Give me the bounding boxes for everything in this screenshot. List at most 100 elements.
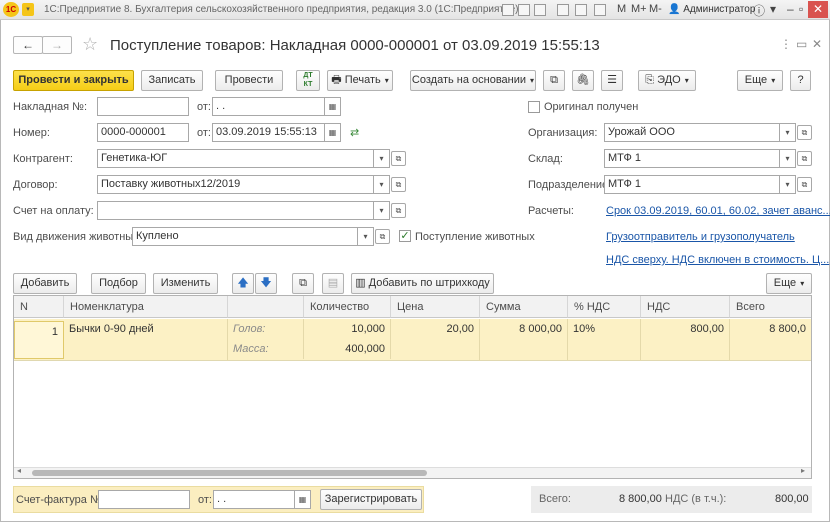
col-header-quantity[interactable]: Количество (304, 296, 391, 318)
col-header-total[interactable]: Всего (730, 296, 811, 318)
change-button[interactable]: Изменить (153, 273, 218, 294)
number-field[interactable]: 0000-000001 (97, 123, 189, 142)
close-form-icon[interactable]: ✕ (812, 37, 822, 51)
add-row-button[interactable]: Добавить (13, 273, 77, 294)
paste-row-icon[interactable]: ▤ (322, 273, 344, 294)
main-menu-chevron-icon[interactable]: ▾ (22, 3, 34, 16)
warehouse-field[interactable]: МТФ 1 (604, 149, 780, 168)
horizontal-scrollbar[interactable]: ◂ ▸ (14, 466, 811, 478)
chevron-down-icon[interactable]: ▾ (374, 201, 390, 220)
close-window-icon[interactable]: ✕ (808, 1, 828, 18)
contract-field[interactable]: Поставку животных12/2019 (97, 175, 374, 194)
open-icon[interactable]: ⧉ (391, 151, 406, 166)
movement-field[interactable]: Куплено (132, 227, 358, 246)
move-down-icon[interactable]: 🡇 (255, 273, 277, 294)
col-header-vat[interactable]: НДС (641, 296, 730, 318)
invoice-number-field[interactable] (97, 97, 189, 116)
row-mass-value[interactable]: 400,000 (304, 339, 391, 359)
favorite-star-icon[interactable]: ☆ (82, 34, 98, 55)
settlements-link[interactable]: Срок 03.09.2019, 60.01, 60.02, зачет ава… (606, 205, 830, 217)
table-row[interactable]: 1 Бычки 0-90 дней Голов: Масса: 10,000 4… (14, 319, 811, 361)
open-icon[interactable]: ⧉ (797, 125, 812, 140)
chevron-down-icon[interactable]: ▾ (780, 175, 796, 194)
chevron-down-icon[interactable]: ▾ (374, 175, 390, 194)
settings-chevron-icon[interactable]: ▾ (770, 2, 776, 16)
print-button[interactable]: 🖶 Печать ▾ (327, 70, 393, 91)
invoice-footer-date-field[interactable]: . . (213, 490, 295, 509)
counterparty-field[interactable]: Генетика-ЮГ (97, 149, 374, 168)
row-sum[interactable]: 8 000,00 (480, 319, 568, 361)
info-icon[interactable]: ⓘ (753, 2, 765, 19)
invoice-date-field[interactable]: . . (212, 97, 325, 116)
attachment-icon[interactable]: 🖇 (572, 70, 594, 91)
move-up-icon[interactable]: 🡅 (232, 273, 254, 294)
row-total[interactable]: 8 800,0 (730, 319, 811, 361)
memory-button[interactable]: M (617, 3, 626, 15)
row-vat[interactable]: 800,00 (641, 319, 730, 361)
more-options-icon[interactable]: ⋮ (780, 37, 792, 51)
restore-icon[interactable]: ▭ (796, 37, 807, 51)
table-icon[interactable] (557, 4, 569, 16)
col-header-price[interactable]: Цена (391, 296, 480, 318)
add-by-barcode-button[interactable]: ▥ Добавить по штрихкоду (351, 273, 494, 294)
chevron-down-icon[interactable]: ▾ (358, 227, 374, 246)
row-price[interactable]: 20,00 (391, 319, 480, 361)
help-button[interactable]: ? (790, 70, 811, 91)
more-button[interactable]: Еще ▾ (737, 70, 783, 91)
edo-button[interactable]: ⎘ ЭДО ▾ (638, 70, 696, 91)
row-heads-value[interactable]: 10,000 (304, 319, 391, 339)
calendar-icon[interactable]: ▦ (325, 97, 341, 116)
col-header-item[interactable]: Номенклатура (64, 296, 228, 318)
animal-receipt-checkbox[interactable]: ✓ (399, 230, 411, 242)
vat-link[interactable]: НДС сверху. НДС включен в стоимость. Ц..… (606, 254, 829, 266)
open-icon[interactable]: ⧉ (391, 203, 406, 218)
dtkt-icon[interactable]: ДТ КТ (296, 70, 320, 91)
minimize-icon[interactable]: – (787, 2, 794, 16)
open-icon[interactable]: ⧉ (797, 177, 812, 192)
post-and-close-button[interactable]: Провести и закрыть (13, 70, 134, 91)
save-button[interactable]: Записать (141, 70, 203, 91)
chevron-down-icon[interactable]: ▾ (374, 149, 390, 168)
print-icon[interactable] (518, 4, 530, 16)
mail-icon[interactable] (534, 4, 546, 16)
back-button[interactable]: ← (13, 36, 43, 54)
calendar-icon[interactable] (575, 4, 587, 16)
scroll-left-icon[interactable]: ◂ (17, 466, 21, 475)
goods-table[interactable]: N Номенклатура Количество Цена Сумма % Н… (13, 295, 812, 479)
copy-row-icon[interactable]: ⧉ (292, 273, 314, 294)
division-field[interactable]: МТФ 1 (604, 175, 780, 194)
open-icon[interactable]: ⧉ (375, 229, 390, 244)
save-icon[interactable] (502, 4, 514, 16)
create-based-on-button[interactable]: Создать на основании ▾ (410, 70, 536, 91)
row-vat-rate[interactable]: 10% (568, 319, 641, 361)
memory-plus-button[interactable]: M+ (631, 3, 647, 15)
current-user[interactable]: 👤 Администратор (668, 4, 755, 15)
structure-icon[interactable]: ⧉ (543, 70, 565, 91)
calendar-icon[interactable]: ▦ (295, 490, 311, 509)
forward-button[interactable]: → (42, 36, 72, 54)
report-icon[interactable]: ☰ (601, 70, 623, 91)
scroll-right-icon[interactable]: ▸ (801, 466, 805, 475)
memory-minus-button[interactable]: M- (649, 3, 662, 15)
payment-field[interactable] (97, 201, 374, 220)
register-button[interactable]: Зарегистрировать (320, 489, 422, 510)
invoice-footer-field[interactable] (98, 490, 190, 509)
shipper-link[interactable]: Грузоотправитель и грузополучатель (606, 231, 795, 243)
open-icon[interactable]: ⧉ (391, 177, 406, 192)
calculator-icon[interactable] (594, 4, 606, 16)
app-logo-icon[interactable]: 1С (3, 2, 19, 17)
col-header-sum[interactable]: Сумма (480, 296, 568, 318)
maximize-icon[interactable]: ▫ (799, 2, 803, 16)
chevron-down-icon[interactable]: ▾ (780, 149, 796, 168)
open-icon[interactable]: ⧉ (797, 151, 812, 166)
calendar-icon[interactable]: ▦ (325, 123, 341, 142)
scrollbar-thumb[interactable] (32, 470, 427, 476)
select-button[interactable]: Подбор (91, 273, 146, 294)
post-button[interactable]: Провести (215, 70, 283, 91)
refresh-number-icon[interactable]: ⇄ (350, 126, 359, 139)
row-item[interactable]: Бычки 0-90 дней (64, 319, 228, 361)
number-date-field[interactable]: 03.09.2019 15:55:13 (212, 123, 325, 142)
col-header-vat-rate[interactable]: % НДС (568, 296, 641, 318)
table-more-button[interactable]: Еще ▾ (766, 273, 812, 294)
row-number[interactable]: 1 (14, 321, 64, 359)
